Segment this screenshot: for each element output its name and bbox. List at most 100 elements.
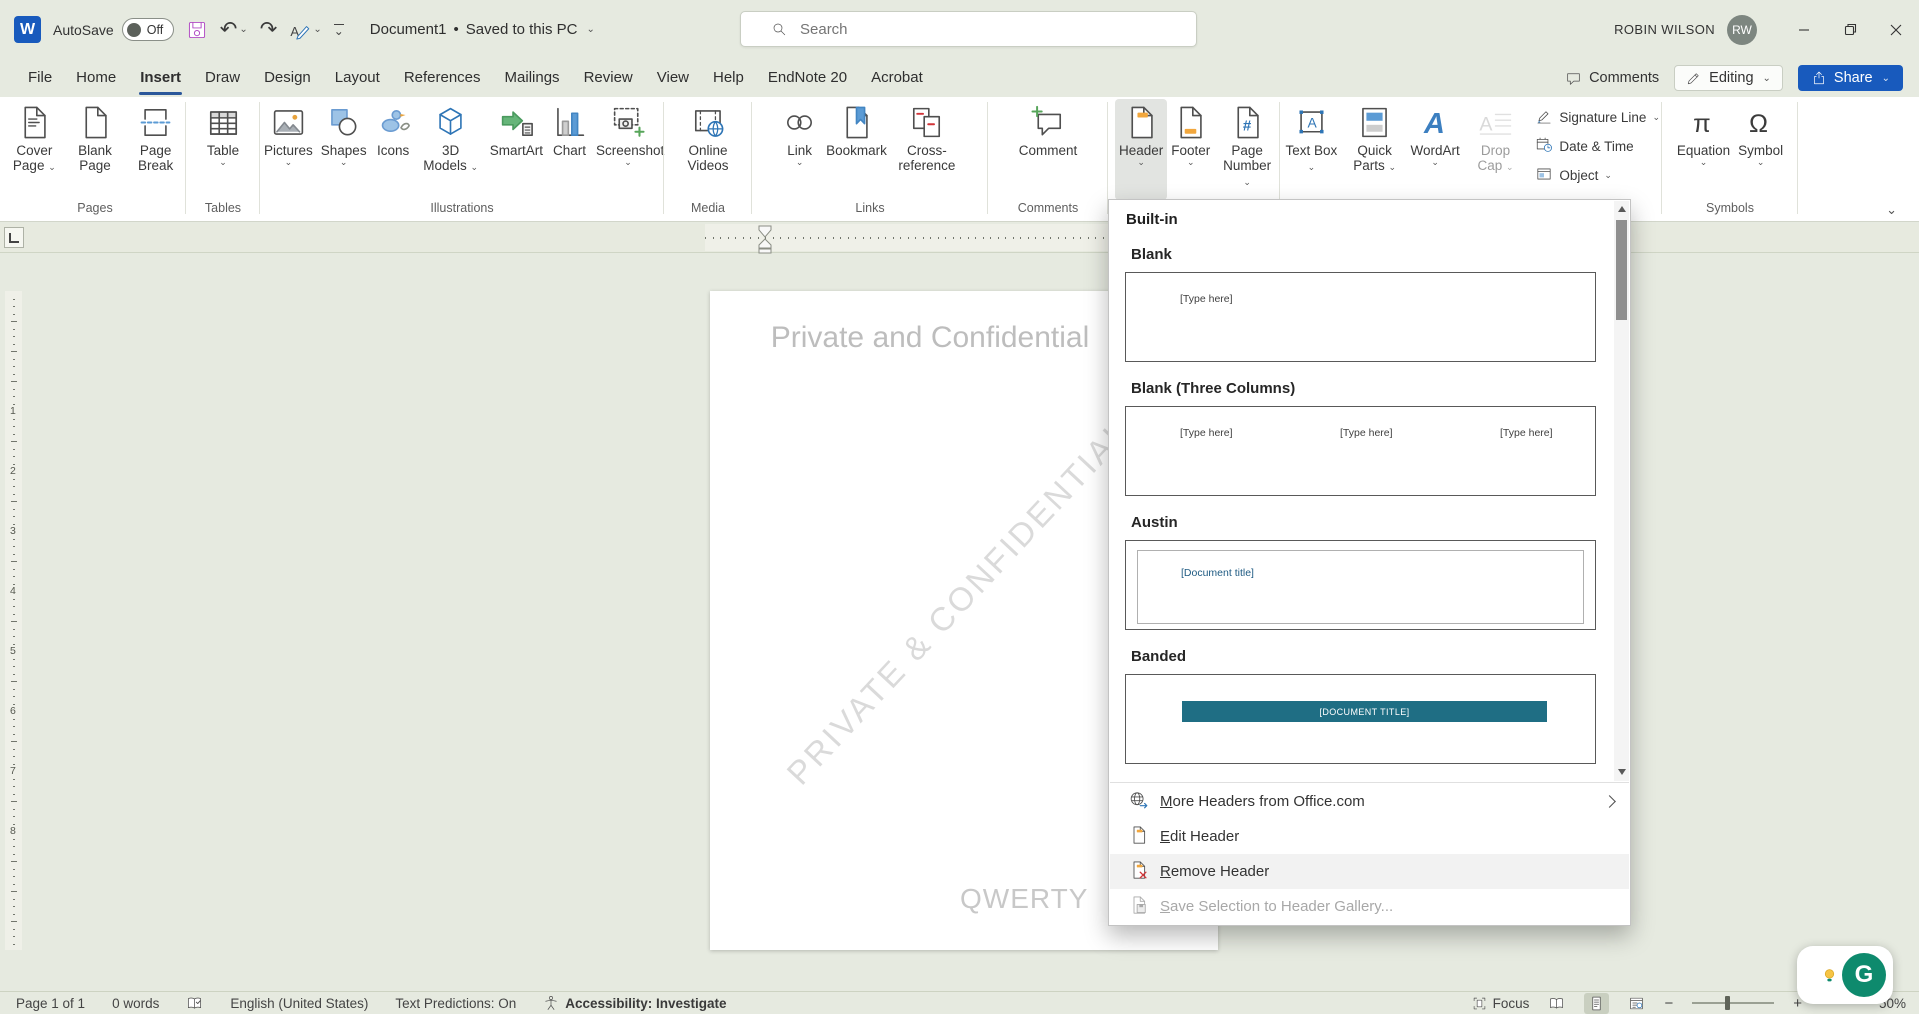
ribbon-chart-button[interactable]: Chart <box>547 99 592 200</box>
ribbon-cross-reference-button[interactable]: Cross-reference <box>891 99 963 200</box>
text-predictions[interactable]: Text Predictions: On <box>395 996 516 1011</box>
tab-endnote-20[interactable]: EndNote 20 <box>756 60 859 96</box>
signature-line-icon <box>1535 107 1553 128</box>
gallery-scrollbar[interactable] <box>1614 201 1629 781</box>
collapse-ribbon-button[interactable]: ⌄ <box>1886 202 1897 218</box>
ribbon-link-button[interactable]: Link⌄ <box>777 99 822 200</box>
print-layout-button[interactable] <box>1584 993 1609 1014</box>
tab-view[interactable]: View <box>645 60 701 96</box>
ribbon-pictures-button[interactable]: Pictures⌄ <box>260 99 317 200</box>
ribbon-drop-cap-button[interactable]: ADrop Cap ⌄ <box>1464 99 1528 200</box>
redo-icon: ↷ <box>260 19 278 40</box>
menu-item-remove-header[interactable]: Remove Header <box>1110 854 1629 889</box>
chevron-down-icon: ⌄ <box>1882 73 1890 84</box>
button-label: Shapes <box>321 143 367 158</box>
tab-layout[interactable]: Layout <box>323 60 392 96</box>
style-pen-icon: A <box>289 19 311 41</box>
redo-button[interactable]: ↷ <box>260 19 278 40</box>
editing-mode-button[interactable]: Editing ⌄ <box>1674 65 1783 91</box>
tab-insert[interactable]: Insert <box>128 60 193 96</box>
language-indicator[interactable]: English (United States) <box>230 996 368 1011</box>
ribbon-text-box-button[interactable]: AText Box ⌄ <box>1280 99 1343 200</box>
ribbon-icons-button[interactable]: Icons <box>371 99 416 200</box>
ribbon-header-button[interactable]: Header⌄ <box>1115 99 1167 200</box>
ribbon-equation-button[interactable]: πEquation⌄ <box>1673 99 1734 200</box>
save-button[interactable] <box>186 19 208 41</box>
minimize-button[interactable] <box>1781 0 1827 59</box>
zoom-out-button[interactable]: − <box>1664 995 1673 1012</box>
menu-item-save-selection-to-header-gallery[interactable]: Save Selection to Header Gallery... <box>1110 889 1629 924</box>
ribbon-shapes-button[interactable]: Shapes⌄ <box>317 99 371 200</box>
web-layout-button[interactable] <box>1624 993 1649 1014</box>
tab-mailings[interactable]: Mailings <box>493 60 572 96</box>
group-label: Illustrations <box>260 200 664 220</box>
style-pen-button[interactable]: A⌄ <box>289 19 321 41</box>
ribbon-tab-row: FileHomeInsertDrawDesignLayoutReferences… <box>0 59 1919 97</box>
document-body-text: QWERTY <box>960 883 1088 915</box>
grammarly-widget[interactable]: G <box>1797 946 1893 1004</box>
header-gallery-item-blank-three-columns[interactable]: [Type here][Type here][Type here] <box>1125 406 1596 496</box>
first-line-indent-marker[interactable] <box>757 225 773 238</box>
ribbon-date-time-button[interactable]: Date & Time <box>1535 136 1660 157</box>
scrollbar-thumb[interactable] <box>1616 220 1627 320</box>
tab-review[interactable]: Review <box>572 60 645 96</box>
ribbon-cover-page-button[interactable]: Cover Page ⌄ <box>4 99 65 200</box>
qat-overflow-button[interactable]: ⌄ <box>334 24 344 36</box>
zoom-slider[interactable] <box>1692 1002 1774 1004</box>
ribbon-screenshot-button[interactable]: Screenshot⌄ <box>592 99 664 200</box>
gallery-section-title: Built-in <box>1126 211 1630 228</box>
tab-references[interactable]: References <box>392 60 493 96</box>
tab-help[interactable]: Help <box>701 60 756 96</box>
maximize-button[interactable] <box>1827 0 1873 59</box>
scroll-up-button[interactable] <box>1614 201 1629 216</box>
accessibility-status[interactable]: Accessibility: Investigate <box>543 995 726 1011</box>
tab-draw[interactable]: Draw <box>193 60 252 96</box>
search-box[interactable] <box>740 11 1197 47</box>
ribbon-signature-line-button[interactable]: Signature Line ⌄ <box>1535 107 1660 128</box>
ribbon-wordart-button[interactable]: AWordArt⌄ <box>1406 99 1463 200</box>
ribbon-page-break-button[interactable]: Page Break <box>125 99 186 200</box>
ribbon-object-button[interactable]: Object ⌄ <box>1535 165 1660 186</box>
tab-file[interactable]: File <box>16 60 64 96</box>
document-title-chip[interactable]: Document1 • Saved to this PC ⌄ <box>370 21 595 38</box>
read-mode-button[interactable] <box>1544 993 1569 1014</box>
tab-home[interactable]: Home <box>64 60 128 96</box>
ribbon-comment-button[interactable]: Comment <box>1015 99 1082 200</box>
header-gallery-item-banded[interactable]: [DOCUMENT TITLE] <box>1125 674 1596 764</box>
tab-stop-selector[interactable] <box>4 227 24 248</box>
ribbon-footer-button[interactable]: Footer⌄ <box>1167 99 1214 200</box>
proofing-status[interactable] <box>186 995 203 1012</box>
ribbon-smartart-button[interactable]: SmartArt <box>486 99 547 200</box>
zoom-slider-thumb[interactable] <box>1725 996 1730 1010</box>
chevron-down-icon: ⌄ <box>624 158 632 167</box>
menu-item-edit-header[interactable]: Edit Header <box>1110 819 1629 854</box>
tab-design[interactable]: Design <box>252 60 323 96</box>
search-input[interactable] <box>798 20 1132 39</box>
menu-item-more-headers-from-office-com[interactable]: More Headers from Office.com <box>1110 784 1629 819</box>
page-indicator[interactable]: Page 1 of 1 <box>16 996 85 1011</box>
word-count[interactable]: 0 words <box>112 996 159 1011</box>
autosave-toggle[interactable]: Off <box>122 18 174 41</box>
ribbon-blank-page-button[interactable]: Blank Page <box>65 99 126 200</box>
ribbon-quick-parts-button[interactable]: Quick Parts ⌄ <box>1343 99 1407 200</box>
header-gallery-item-blank[interactable]: [Type here] <box>1125 272 1596 362</box>
header-menu-items: More Headers from Office.comEdit HeaderR… <box>1110 784 1629 924</box>
ribbon-symbol-button[interactable]: ΩSymbol⌄ <box>1734 99 1787 200</box>
header-gallery-item-austin[interactable]: [Document title] <box>1125 540 1596 630</box>
scroll-down-button[interactable] <box>1614 764 1629 779</box>
chevron-down-icon: ⌄ <box>1308 162 1316 172</box>
ribbon-online-videos-button[interactable]: Online Videos <box>672 99 744 200</box>
ribbon-table-button[interactable]: Table⌄ <box>201 99 246 200</box>
avatar[interactable]: RW <box>1727 15 1757 45</box>
comments-button[interactable]: Comments <box>1565 70 1659 87</box>
ribbon-bookmark-button[interactable]: Bookmark <box>822 99 891 200</box>
focus-mode-button[interactable]: Focus <box>1472 996 1530 1011</box>
ribbon-3d-models-button[interactable]: 3D Models ⌄ <box>416 99 486 200</box>
share-button[interactable]: Share ⌄ <box>1798 65 1903 91</box>
undo-button[interactable]: ↶⌄ <box>220 19 248 40</box>
ribbon-page-number-button[interactable]: #Page Number ⌄ <box>1214 99 1280 200</box>
hanging-indent-marker[interactable] <box>757 238 773 254</box>
button-label: 3D Models ⌄ <box>420 143 482 175</box>
close-button[interactable] <box>1873 0 1919 59</box>
tab-acrobat[interactable]: Acrobat <box>859 60 935 96</box>
